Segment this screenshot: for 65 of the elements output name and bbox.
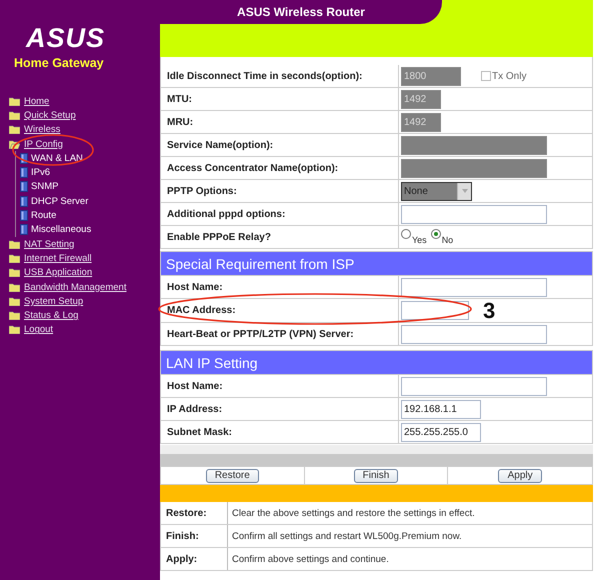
field-label: Host Name: [167, 380, 223, 392]
page-icon [20, 167, 28, 178]
logo: ASUS [26, 26, 106, 50]
action-button[interactable]: Finish [354, 468, 398, 482]
menu-link[interactable]: USB Application [24, 267, 92, 278]
action-button[interactable]: Restore [206, 468, 259, 482]
caret-icon [462, 189, 468, 193]
text-field[interactable]: 192.168.1.1 [401, 400, 481, 418]
dropdown-value: None [404, 186, 428, 196]
menu-link[interactable]: Home [24, 96, 50, 107]
field-label: Idle Disconnect Time in seconds(option): [167, 70, 362, 82]
page-icon [20, 196, 28, 207]
field-label: Access Concentrator Name(option): [167, 162, 338, 174]
menu-link[interactable]: Wireless [24, 124, 60, 136]
radio-button[interactable] [401, 229, 411, 239]
submenu-link[interactable]: WAN & LAN [31, 152, 83, 164]
field-label: Host Name: [167, 282, 223, 292]
radio-button[interactable] [430, 229, 441, 239]
action-button[interactable]: Apply [498, 468, 542, 482]
help-term: Finish: [161, 525, 228, 547]
menu-link[interactable]: Bandwidth Management [24, 282, 126, 292]
annotation-number: 3 [483, 298, 496, 324]
text-field[interactable] [401, 301, 469, 320]
submenu-link[interactable]: SNMP [31, 181, 58, 192]
submenu-link[interactable]: Route [31, 210, 56, 222]
menu-link[interactable]: Internet Firewall [24, 252, 92, 264]
radio-label: No [442, 235, 454, 245]
text-field[interactable]: 255.255.255.0 [401, 422, 481, 442]
text-field[interactable] [401, 278, 547, 296]
menu-link[interactable]: NAT Setting [24, 238, 74, 250]
field-label: PPTP Options: [167, 186, 237, 196]
page-icon [20, 181, 28, 192]
menu-link[interactable]: Status & Log [24, 310, 78, 322]
text-field[interactable] [401, 204, 547, 224]
help-term: Restore: [161, 502, 228, 524]
field-label: MRU: [167, 116, 194, 128]
menu-link[interactable]: Logout [24, 324, 54, 336]
field-label: MAC Address: [167, 305, 236, 316]
submenu-link[interactable]: Miscellaneous [31, 224, 92, 236]
checkbox-label: Tx Only [492, 70, 526, 82]
submenu-link[interactable]: DHCP Server [31, 196, 88, 207]
page-icon [20, 224, 28, 236]
page-title: ASUS Wireless Router [237, 5, 365, 19]
page-icon [20, 210, 28, 222]
help-term: Apply: [161, 548, 228, 570]
text-field[interactable] [401, 324, 547, 344]
field-label: Service Name(option): [167, 140, 274, 150]
field-label: Heart-Beat or PPTP/L2TP (VPN) Server: [167, 328, 354, 340]
section-header: LAN IP Setting [160, 350, 593, 375]
field-label: Enable PPPoE Relay? [167, 232, 271, 242]
section-header: Special Requirement from ISP [160, 251, 593, 276]
submenu-link[interactable]: IPv6 [31, 167, 50, 178]
help-text: Confirm above settings and continue. [231, 552, 390, 566]
text-field[interactable] [401, 376, 547, 396]
field-label: Subnet Mask: [167, 426, 232, 438]
menu-link[interactable]: System Setup [24, 296, 84, 307]
field-label: Additional pppd options: [167, 208, 286, 220]
field-label: MTU: [167, 94, 192, 104]
product-name: Home Gateway [14, 56, 104, 70]
field-label: IP Address: [167, 404, 222, 414]
menu-link[interactable]: IP Config [24, 138, 63, 150]
help-text: Confirm all settings and restart WL500g.Premium now. [231, 530, 463, 544]
help-text: Clear the above settings and restore the settings in effect. [231, 506, 476, 520]
radio-label: Yes [412, 235, 427, 245]
menu-link[interactable]: Quick Setup [24, 110, 76, 121]
